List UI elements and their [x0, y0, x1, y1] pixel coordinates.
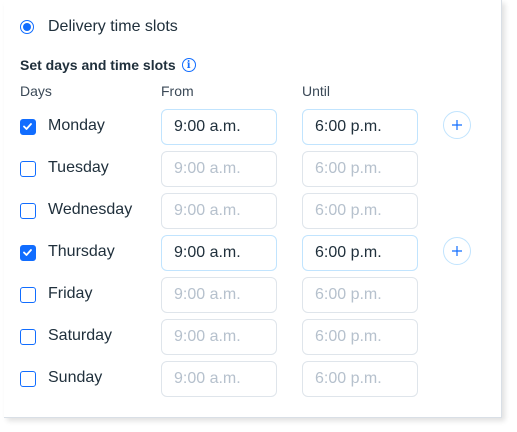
sunday-label: Sunday: [48, 369, 103, 386]
thursday-checkbox[interactable]: [20, 245, 36, 261]
monday-from-input[interactable]: 9:00 a.m.: [161, 109, 277, 145]
sunday-from-input[interactable]: 9:00 a.m.: [161, 361, 277, 397]
wednesday-until-input[interactable]: 6:00 p.m.: [302, 193, 418, 229]
monday-label: Monday: [48, 117, 105, 134]
wednesday-label: Wednesday: [48, 201, 133, 218]
delivery-time-slots-label: Delivery time slots: [48, 18, 178, 35]
section-title-text: Set days and time slots: [20, 57, 176, 73]
day-row-tuesday: Tuesday 9:00 a.m. 6:00 p.m.: [4, 151, 501, 187]
tuesday-from-input[interactable]: 9:00 a.m.: [161, 151, 277, 187]
plus-icon: [452, 120, 462, 130]
thursday-label: Thursday: [48, 243, 115, 260]
plus-icon: [452, 246, 462, 256]
delivery-time-slots-option[interactable]: Delivery time slots: [20, 16, 178, 38]
from-column-header: From: [161, 83, 194, 99]
section-title: Set days and time slots i: [20, 57, 196, 73]
monday-until-input[interactable]: 6:00 p.m.: [302, 109, 418, 145]
radio-selected-dot: [23, 23, 31, 31]
day-row-monday: Monday 9:00 a.m. 6:00 p.m.: [4, 109, 501, 145]
thursday-add-slot-button[interactable]: [443, 237, 471, 265]
tuesday-until-input[interactable]: 6:00 p.m.: [302, 151, 418, 187]
sunday-until-input[interactable]: 6:00 p.m.: [302, 361, 418, 397]
saturday-from-input[interactable]: 9:00 a.m.: [161, 319, 277, 355]
delivery-settings-panel: Delivery time slots Set days and time sl…: [4, 0, 502, 418]
friday-until-input[interactable]: 6:00 p.m.: [302, 277, 418, 313]
friday-checkbox[interactable]: [20, 287, 36, 303]
tuesday-label: Tuesday: [48, 159, 109, 176]
friday-label: Friday: [48, 285, 93, 302]
friday-from-input[interactable]: 9:00 a.m.: [161, 277, 277, 313]
monday-checkbox[interactable]: [20, 119, 36, 135]
day-row-thursday: Thursday 9:00 a.m. 6:00 p.m.: [4, 235, 501, 271]
checkmark-icon: [23, 123, 32, 130]
days-column-header: Days: [20, 83, 52, 99]
tuesday-checkbox[interactable]: [20, 161, 36, 177]
wednesday-from-input[interactable]: 9:00 a.m.: [161, 193, 277, 229]
until-column-header: Until: [302, 83, 331, 99]
saturday-until-input[interactable]: 6:00 p.m.: [302, 319, 418, 355]
day-row-wednesday: Wednesday 9:00 a.m. 6:00 p.m.: [4, 193, 501, 229]
thursday-from-input[interactable]: 9:00 a.m.: [161, 235, 277, 271]
saturday-checkbox[interactable]: [20, 329, 36, 345]
info-icon[interactable]: i: [181, 58, 196, 72]
thursday-until-input[interactable]: 6:00 p.m.: [302, 235, 418, 271]
monday-add-slot-button[interactable]: [443, 111, 471, 139]
day-row-saturday: Saturday 9:00 a.m. 6:00 p.m.: [4, 319, 501, 355]
delivery-time-slots-radio[interactable]: [20, 20, 34, 34]
sunday-checkbox[interactable]: [20, 371, 36, 387]
day-row-sunday: Sunday 9:00 a.m. 6:00 p.m.: [4, 361, 501, 397]
wednesday-checkbox[interactable]: [20, 203, 36, 219]
day-row-friday: Friday 9:00 a.m. 6:00 p.m.: [4, 277, 501, 313]
checkmark-icon: [23, 249, 32, 256]
saturday-label: Saturday: [48, 327, 113, 344]
